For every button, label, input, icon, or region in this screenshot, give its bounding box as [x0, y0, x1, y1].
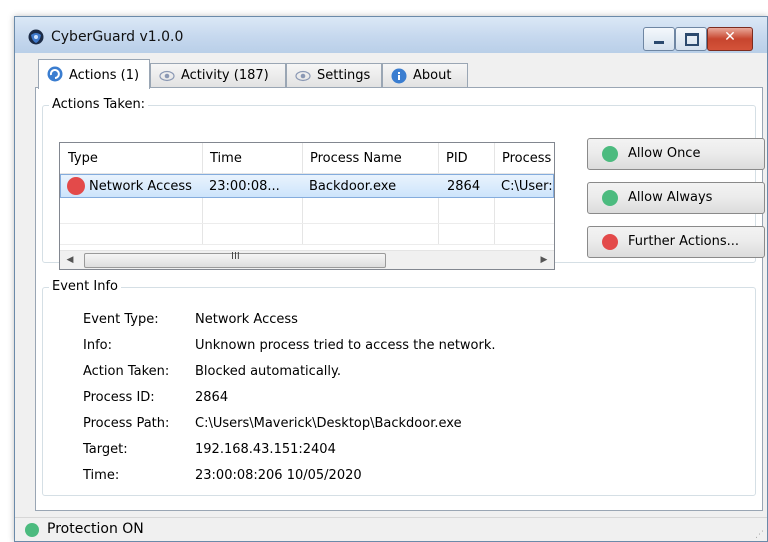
info-value: Unknown process tried to access the netw… — [195, 338, 496, 353]
scroll-thumb[interactable]: III — [84, 251, 386, 268]
tab-about-label: About — [413, 68, 452, 83]
row-pid: 2864 — [447, 179, 481, 194]
refresh-icon — [47, 66, 63, 82]
process-path-value: C:\Users\Maverick\Desktop\Backdoor.exe — [195, 416, 462, 431]
event-type-value: Network Access — [195, 312, 298, 327]
row-divider — [60, 223, 554, 224]
eye-icon — [295, 70, 311, 82]
actions-taken-group: Actions Taken: Type Time Process Name PI… — [42, 97, 765, 270]
column-type-label: Type — [68, 151, 98, 166]
allow-once-button[interactable]: Allow Once — [587, 138, 765, 170]
allow-always-label: Allow Always — [628, 190, 713, 205]
process-id-label: Process ID: — [83, 390, 155, 405]
row-divider — [60, 244, 554, 245]
further-actions-label: Further Actions... — [628, 234, 740, 249]
column-header-pid[interactable]: PID — [438, 143, 494, 173]
close-button[interactable]: ✕ — [707, 27, 753, 51]
column-header-type[interactable]: Type — [60, 143, 202, 173]
actions-taken-legend: Actions Taken: — [49, 97, 149, 112]
target-label: Target: — [83, 442, 128, 457]
allow-once-label: Allow Once — [628, 146, 701, 161]
further-actions-button[interactable]: Further Actions... — [587, 226, 765, 258]
window-title: CyberGuard v1.0.0 — [51, 29, 184, 45]
column-header-process[interactable]: Process — [494, 143, 554, 173]
action-taken-value: Blocked automatically. — [195, 364, 341, 379]
info-icon — [391, 68, 407, 84]
tab-settings[interactable]: Settings — [286, 63, 382, 87]
tab-panel-actions: Actions Taken: Type Time Process Name PI… — [35, 87, 765, 511]
tab-about[interactable]: About — [382, 63, 468, 87]
tab-activity[interactable]: Activity (187) — [150, 63, 286, 87]
info-label: Info: — [83, 338, 112, 353]
horizontal-scrollbar[interactable]: ◀ III ▶ — [60, 250, 554, 269]
resize-grip-icon[interactable]: ⋰ — [755, 530, 764, 540]
allow-always-button[interactable]: Allow Always — [587, 182, 765, 214]
row-time: 23:00:08... — [209, 179, 280, 194]
process-path-label: Process Path: — [83, 416, 170, 431]
eye-icon — [159, 70, 175, 82]
maximize-icon — [685, 33, 699, 46]
time-value: 23:00:08:206 10/05/2020 — [195, 468, 362, 483]
column-header-process-name[interactable]: Process Name — [302, 143, 438, 173]
column-process-label: Process — [502, 151, 552, 166]
minimize-button[interactable] — [643, 27, 675, 51]
event-info-group: Event Info Event Type: Network Access In… — [42, 279, 756, 496]
event-type-label: Event Type: — [83, 312, 159, 327]
tab-activity-label: Activity (187) — [181, 68, 269, 83]
green-circle-icon — [602, 190, 618, 206]
app-window: CyberGuard v1.0.0 ✕ Actions (1) Activity… — [14, 16, 768, 542]
column-header-time[interactable]: Time — [202, 143, 302, 173]
row-type: Network Access — [89, 179, 192, 194]
actions-table[interactable]: Type Time Process Name PID Process Netwo… — [59, 142, 555, 270]
tab-settings-label: Settings — [317, 68, 371, 83]
protection-status-text: Protection ON — [47, 521, 144, 537]
time-label: Time: — [83, 468, 120, 483]
blocked-status-icon — [67, 177, 85, 195]
target-value: 192.168.43.151:2404 — [195, 442, 336, 457]
scroll-left-icon[interactable]: ◀ — [62, 253, 78, 267]
column-process-name-label: Process Name — [310, 151, 402, 166]
maximize-button[interactable] — [675, 27, 707, 51]
event-info-legend: Event Info — [49, 279, 121, 294]
action-taken-label: Action Taken: — [83, 364, 170, 379]
table-row[interactable]: Network Access 23:00:08... Backdoor.exe … — [60, 174, 554, 198]
green-circle-icon — [602, 146, 618, 162]
column-time-label: Time — [210, 151, 242, 166]
row-process: C:\User: — [501, 179, 553, 194]
row-process-name: Backdoor.exe — [309, 179, 397, 194]
column-pid-label: PID — [446, 151, 468, 166]
close-icon: ✕ — [724, 29, 736, 45]
status-bar: Protection ON ⋰ — [15, 517, 767, 541]
tab-actions-label: Actions (1) — [69, 68, 140, 83]
protection-status-icon — [25, 523, 39, 537]
minimize-icon — [654, 41, 664, 44]
table-header: Type Time Process Name PID Process — [60, 143, 554, 174]
tab-actions[interactable]: Actions (1) — [38, 59, 150, 89]
scroll-grip-icon: III — [231, 251, 240, 262]
scroll-right-icon[interactable]: ▶ — [536, 253, 552, 267]
shield-globe-icon — [28, 29, 44, 45]
red-circle-icon — [602, 234, 618, 250]
process-id-value: 2864 — [195, 390, 229, 405]
title-bar[interactable]: CyberGuard v1.0.0 ✕ — [15, 17, 767, 53]
